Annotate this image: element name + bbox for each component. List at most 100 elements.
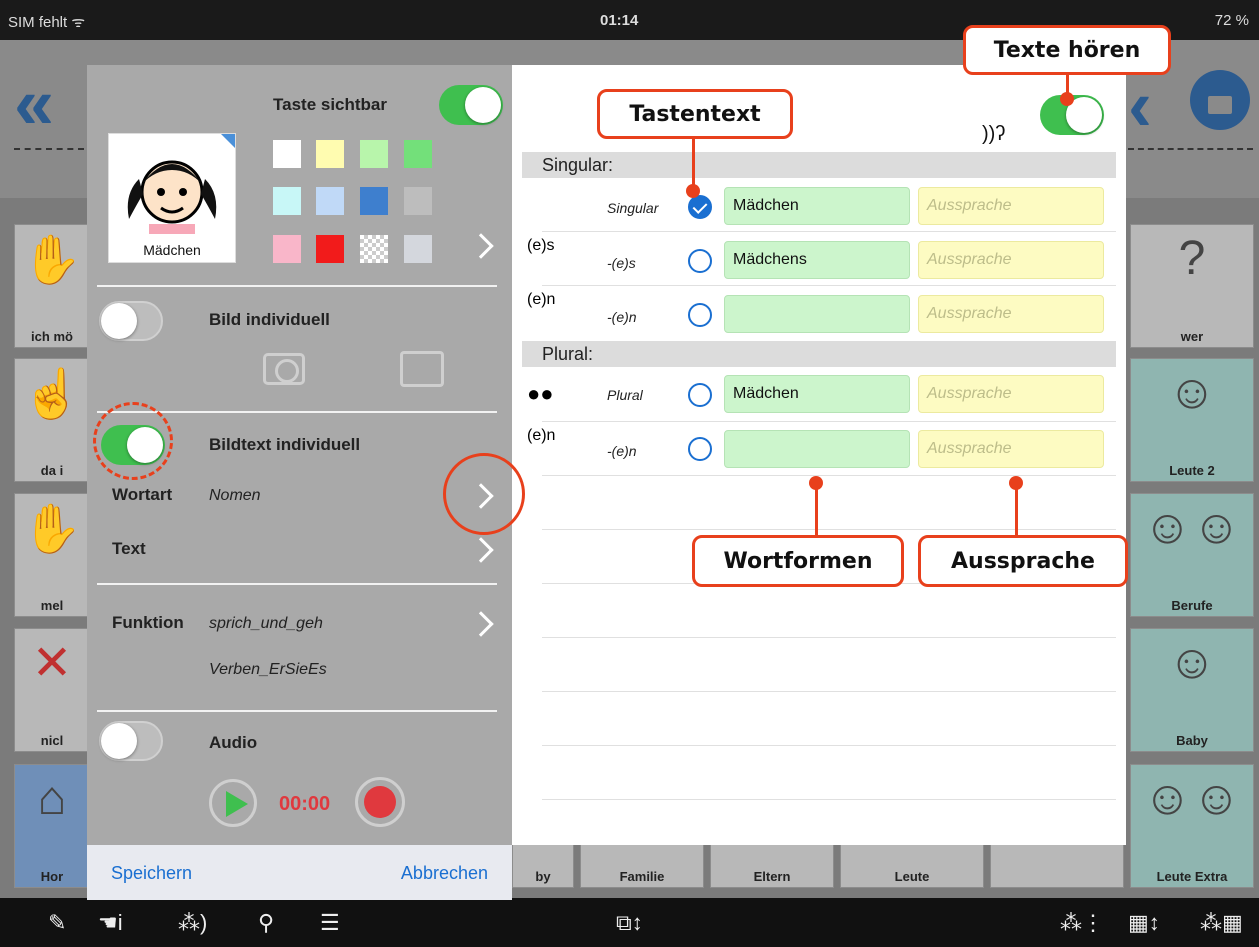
background-tile: ⌂ Hor bbox=[14, 764, 90, 888]
tastentext-radio[interactable] bbox=[688, 437, 712, 461]
baby-icon: ☺ bbox=[1167, 636, 1217, 689]
pronunciation-field[interactable]: Aussprache bbox=[918, 295, 1104, 333]
callout-aussprache: Aussprache bbox=[918, 535, 1128, 587]
back-chevron-icon: ‹ bbox=[1128, 66, 1152, 146]
hand-sign-icon: ✋ bbox=[22, 234, 82, 287]
divider bbox=[97, 285, 497, 287]
word-form-field[interactable]: Mädchen bbox=[724, 375, 910, 413]
callout-tastentext: Tastentext bbox=[597, 89, 793, 139]
plural-header: Plural: bbox=[522, 341, 1116, 367]
color-swatch-white[interactable] bbox=[273, 140, 301, 168]
color-swatch-yellow[interactable] bbox=[316, 140, 344, 168]
bild-individuell-toggle[interactable] bbox=[99, 301, 163, 341]
audio-label: Audio bbox=[209, 733, 258, 752]
tile-label: Baby bbox=[1176, 733, 1208, 748]
color-swatch-cyan[interactable] bbox=[273, 187, 301, 215]
text-chevron-icon[interactable] bbox=[468, 537, 494, 563]
background-tile: ? wer bbox=[1130, 224, 1254, 348]
grid-arrows-icon[interactable]: ▦↕ bbox=[1128, 910, 1160, 936]
question-person-icon: ? bbox=[1178, 232, 1206, 285]
tile-label: da i bbox=[40, 463, 64, 478]
divider bbox=[542, 799, 1116, 800]
divider bbox=[542, 231, 1116, 232]
record-button[interactable] bbox=[355, 777, 405, 827]
grid-speak-icon[interactable]: ⁂▦ bbox=[1200, 910, 1243, 936]
tastentext-radio[interactable] bbox=[688, 195, 712, 219]
tile-label: wer bbox=[1180, 329, 1204, 344]
divider bbox=[542, 637, 1116, 638]
callout-dot bbox=[1009, 476, 1023, 490]
tile-label: Leute bbox=[894, 869, 930, 884]
hand-info-icon[interactable]: ☚i bbox=[98, 910, 123, 936]
tile-label: ich mö bbox=[31, 329, 73, 344]
tastentext-radio[interactable] bbox=[688, 303, 712, 327]
color-swatch-gray[interactable] bbox=[404, 187, 432, 215]
taste-sichtbar-toggle[interactable] bbox=[439, 85, 503, 125]
music-notes-icon: (e)n bbox=[527, 291, 556, 308]
audio-timer: 00:00 bbox=[279, 793, 331, 815]
scan-icon[interactable]: ⁂⋮ bbox=[1060, 910, 1104, 936]
funktion-value-2: Verben_ErSieEs bbox=[209, 661, 327, 678]
save-button[interactable]: Speichern bbox=[111, 863, 192, 884]
color-swatch-red[interactable] bbox=[316, 235, 344, 263]
color-swatch-blue[interactable] bbox=[360, 187, 388, 215]
word-form-field[interactable]: Mädchens bbox=[724, 241, 910, 279]
background-tile: ☺ Baby bbox=[1130, 628, 1254, 752]
callout-line bbox=[1015, 483, 1018, 535]
people-group-icon: ☺☺ bbox=[1142, 772, 1241, 825]
pointing-hand-icon: ☝ bbox=[22, 368, 82, 421]
divider bbox=[542, 421, 1116, 422]
back-double-chevron-icon: « bbox=[14, 64, 55, 144]
pronunciation-field[interactable]: Aussprache bbox=[918, 187, 1104, 225]
color-swatch-light-blue[interactable] bbox=[316, 187, 344, 215]
cancel-button[interactable]: Abbrechen bbox=[401, 863, 488, 884]
color-swatch-light-green[interactable] bbox=[360, 140, 388, 168]
pronunciation-field[interactable]: Aussprache bbox=[918, 375, 1104, 413]
pencil-icon[interactable]: ✎ bbox=[48, 910, 66, 936]
divider bbox=[97, 583, 497, 585]
speak-icon[interactable]: ⁂) bbox=[178, 910, 207, 936]
tile-label: Eltern bbox=[753, 869, 791, 884]
tile-label: Hor bbox=[40, 869, 64, 884]
audio-toggle[interactable] bbox=[99, 721, 163, 761]
color-swatch-green[interactable] bbox=[404, 140, 432, 168]
callout-texte-horen: Texte hören bbox=[963, 25, 1171, 75]
word-form-field[interactable]: Mädchen bbox=[724, 187, 910, 225]
plural-dots-icon: ●● bbox=[527, 381, 554, 406]
pronunciation-field[interactable]: Aussprache bbox=[918, 430, 1104, 468]
divider bbox=[542, 475, 1116, 476]
grid-switch-icon[interactable]: ⧉↕ bbox=[616, 910, 643, 936]
background-tile: ☺☺ Berufe bbox=[1130, 493, 1254, 617]
word-form-field[interactable] bbox=[724, 295, 910, 333]
list-icon[interactable]: ☰ bbox=[320, 910, 340, 936]
photo-library-icon[interactable] bbox=[400, 351, 444, 387]
word-form-field[interactable] bbox=[724, 430, 910, 468]
wortart-label: Wortart bbox=[112, 485, 173, 504]
color-swatch-silver[interactable] bbox=[404, 235, 432, 263]
tastentext-radio[interactable] bbox=[688, 249, 712, 273]
tile-label: by bbox=[535, 869, 551, 884]
color-swatch-pink[interactable] bbox=[273, 235, 301, 263]
divider bbox=[14, 148, 84, 150]
divider bbox=[97, 710, 497, 712]
girl-face-icon bbox=[127, 160, 217, 234]
bildtext-individuell-label: Bildtext individuell bbox=[209, 435, 361, 454]
camera-icon[interactable] bbox=[263, 353, 305, 385]
play-button[interactable] bbox=[209, 779, 257, 827]
music-notes-icon: (e)n bbox=[527, 427, 556, 444]
highlight-ring-wortart-chevron bbox=[443, 453, 525, 535]
color-swatch-transparent[interactable] bbox=[360, 235, 388, 263]
tile-label: Familie bbox=[619, 869, 665, 884]
button-preview[interactable]: Mädchen bbox=[108, 133, 236, 263]
chevron-right-icon[interactable] bbox=[468, 233, 494, 259]
funktion-chevron-icon[interactable] bbox=[468, 611, 494, 637]
tastentext-radio[interactable] bbox=[688, 383, 712, 407]
search-icon[interactable]: ⚲ bbox=[258, 910, 274, 936]
pronunciation-field[interactable]: Aussprache bbox=[918, 241, 1104, 279]
preview-corner-marker bbox=[221, 134, 235, 148]
carrier-text: SIM fehlt ᯤ bbox=[8, 14, 86, 31]
clock-text: 01:14 bbox=[600, 12, 639, 29]
callout-dot bbox=[686, 184, 700, 198]
divider bbox=[1128, 148, 1253, 150]
divider bbox=[542, 745, 1116, 746]
